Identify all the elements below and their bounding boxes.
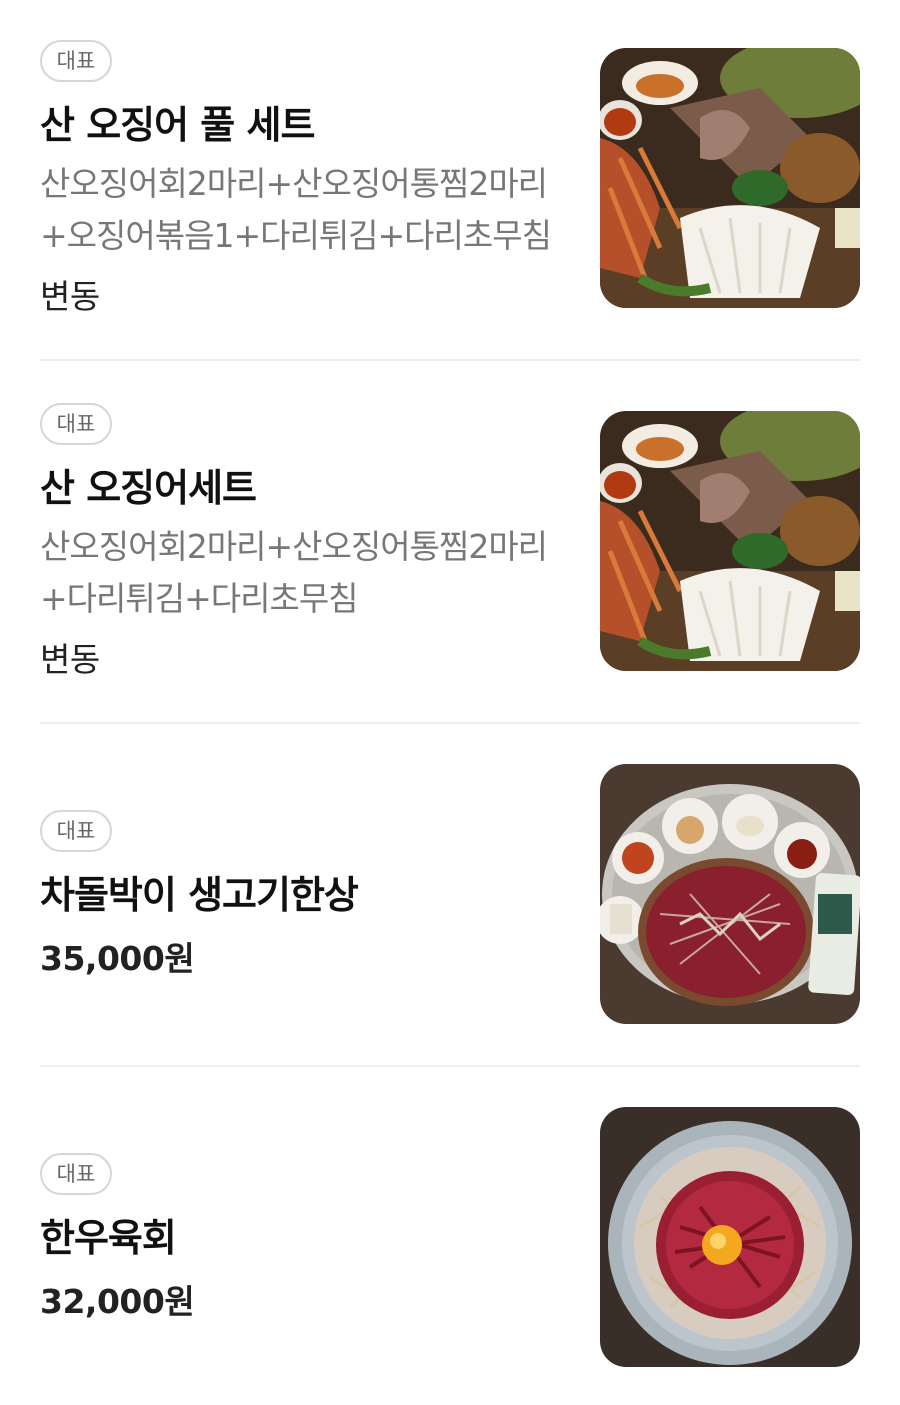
- menu-item-description: 산오징어회2마리+산오징어통찜2마리+다리튀김+다리초무침: [40, 527, 548, 618]
- menu-item-price: 변동: [40, 277, 100, 316]
- menu-item-name: 차돌박이 생고기한상: [40, 873, 359, 917]
- menu-item-price: 변동: [40, 640, 100, 679]
- menu-item[interactable]: 대표 산 오징어세트 산오징어회2마리+산오징어통찜2마리+다리튀김+다리초무침…: [40, 403, 860, 683]
- item-divider: [40, 1065, 860, 1067]
- signature-badge: 대표: [40, 1153, 112, 1195]
- signature-badge: 대표: [40, 40, 112, 82]
- menu-item-price: 35,000원: [40, 939, 195, 978]
- menu-item-photo[interactable]: [600, 1107, 860, 1367]
- menu-item-name: 한우육회: [40, 1216, 177, 1260]
- item-divider: [40, 359, 860, 361]
- signature-badge: 대표: [40, 810, 112, 852]
- menu-item-name: 산 오징어세트: [40, 466, 257, 510]
- menu-item-price: 32,000원: [40, 1282, 195, 1321]
- menu-item[interactable]: 대표 차돌박이 생고기한상 35,000원: [40, 764, 860, 1026]
- menu-item-name: 산 오징어 풀 세트: [40, 103, 315, 147]
- menu-item-description: 산오징어회2마리+산오징어통찜2마리+오징어볶음1+다리튀김+다리초무침: [40, 164, 552, 255]
- menu-item-photo[interactable]: [600, 48, 860, 308]
- signature-badge: 대표: [40, 403, 112, 445]
- menu-item[interactable]: 대표 산 오징어 풀 세트 산오징어회2마리+산오징어통찜2마리+오징어볶음1+…: [40, 40, 860, 320]
- menu-item-photo[interactable]: [600, 411, 860, 671]
- menu-item[interactable]: 대표 한우육회 32,000원: [40, 1107, 860, 1369]
- menu-item-photo[interactable]: [600, 764, 860, 1024]
- item-divider: [40, 722, 860, 724]
